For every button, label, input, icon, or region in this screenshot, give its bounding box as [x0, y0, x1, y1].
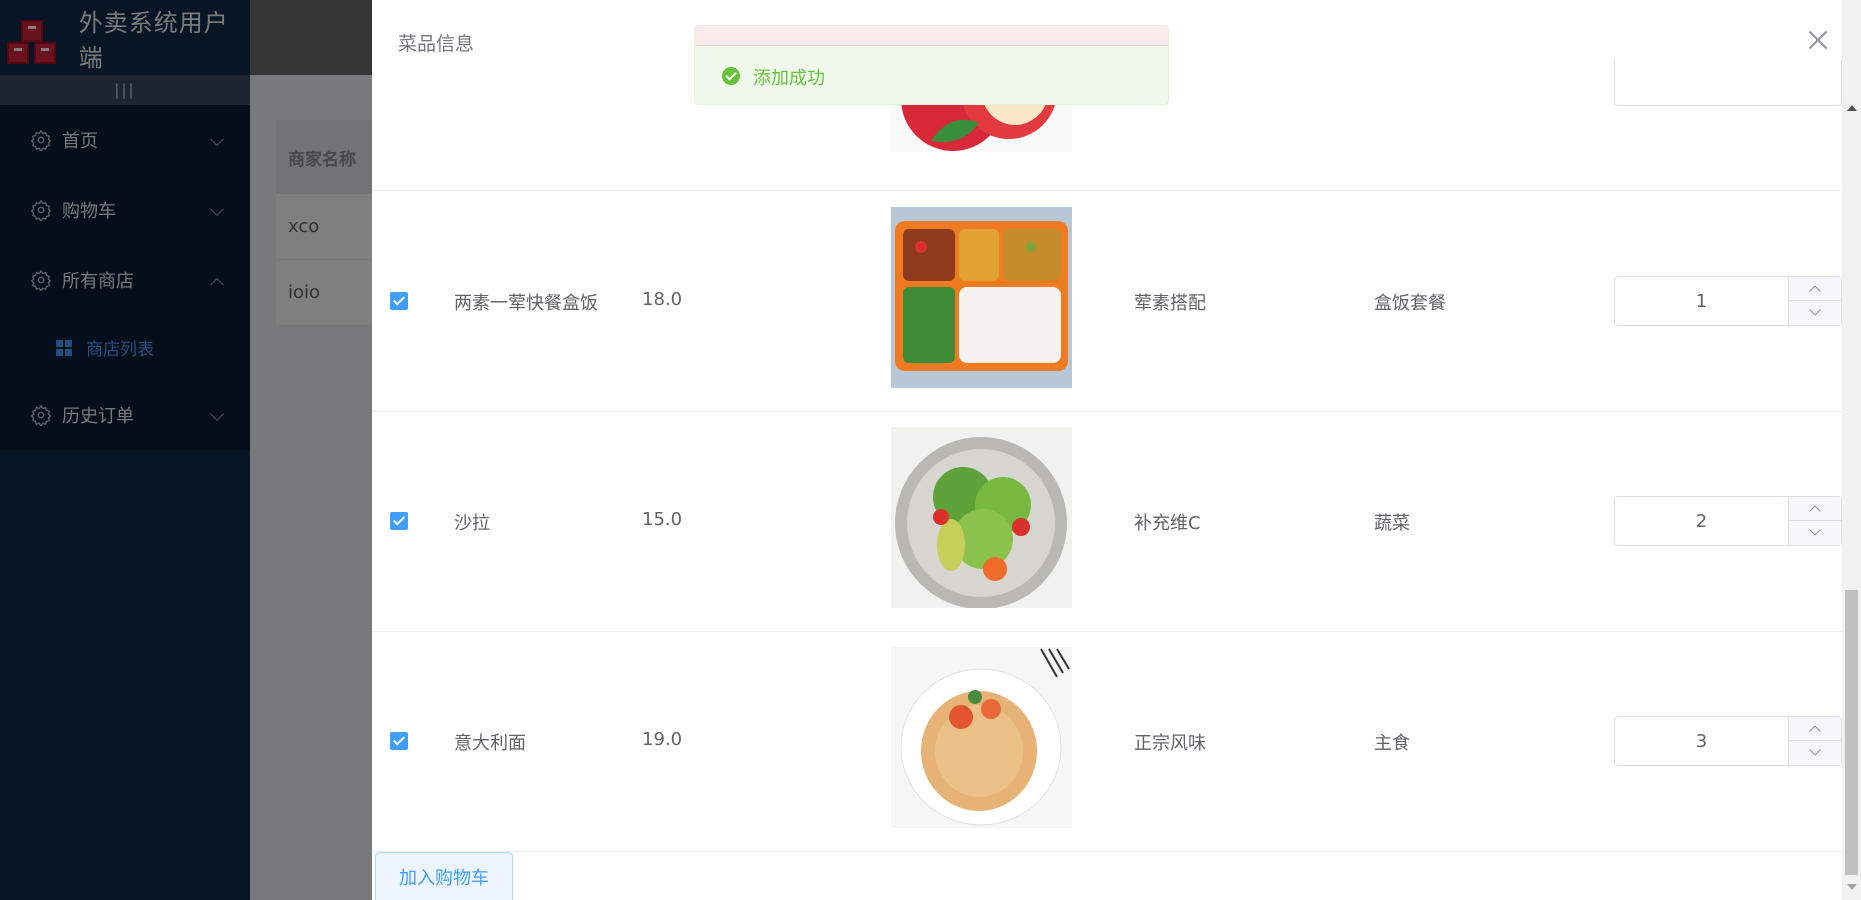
- dish-name: 两素一荤快餐盒饭: [454, 293, 598, 314]
- dish-name: 沙拉: [454, 513, 490, 534]
- row-checkbox[interactable]: [390, 292, 408, 310]
- dish-category: 盒饭套餐: [1374, 293, 1446, 314]
- table-row: 沙拉 15.0 补充维C 蔬菜 2: [372, 412, 1842, 632]
- dish-price: 18.0: [642, 289, 683, 310]
- dish-description: 补充维C: [1134, 513, 1201, 534]
- scroll-down-arrow-icon[interactable]: [1847, 884, 1857, 890]
- row-checkbox[interactable]: [390, 732, 408, 750]
- toast-message: 添加成功: [753, 68, 825, 89]
- dish-drawer: 两素一荤快餐盒饭 18.0 荤素搭配 盒饭套餐 1 沙拉 15.0 补充维C 蔬…: [372, 0, 1861, 900]
- scrollbar[interactable]: [1842, 0, 1861, 900]
- decrease-button[interactable]: [1789, 521, 1842, 545]
- dish-description: 荤素搭配: [1134, 293, 1206, 314]
- increase-button[interactable]: [1789, 277, 1842, 301]
- add-to-cart-button[interactable]: 加入购物车: [375, 852, 513, 900]
- dish-price: 19.0: [642, 729, 683, 750]
- quantity-stepper[interactable]: 1: [1614, 276, 1842, 326]
- quantity-value[interactable]: 2: [1615, 497, 1788, 545]
- dish-table: 两素一荤快餐盒饭 18.0 荤素搭配 盒饭套餐 1 沙拉 15.0 补充维C 蔬…: [372, 0, 1842, 852]
- success-toast: 添加成功: [694, 25, 1169, 105]
- close-icon[interactable]: [1806, 28, 1830, 52]
- quantity-stepper[interactable]: 3: [1614, 716, 1842, 766]
- dish-category: 蔬菜: [1374, 513, 1410, 534]
- dish-image-spaghetti: [891, 647, 1072, 828]
- quantity-value[interactable]: 1: [1615, 277, 1788, 325]
- dish-name: 意大利面: [454, 733, 526, 754]
- quantity-value[interactable]: 3: [1615, 717, 1788, 765]
- scrollbar-thumb[interactable]: [1845, 590, 1858, 875]
- dish-price: 15.0: [642, 509, 683, 530]
- check-circle-icon: [722, 67, 740, 85]
- drawer-title: 菜品信息: [398, 33, 475, 55]
- scroll-up-arrow-icon[interactable]: [1847, 105, 1857, 111]
- dish-image-salad: [891, 427, 1072, 608]
- decrease-button[interactable]: [1789, 301, 1842, 325]
- increase-button[interactable]: [1789, 717, 1842, 741]
- decrease-button[interactable]: [1789, 741, 1842, 765]
- dish-image-bento: [891, 207, 1072, 388]
- table-row: 意大利面 19.0 正宗风味 主食 3: [372, 632, 1842, 852]
- row-checkbox[interactable]: [390, 512, 408, 530]
- increase-button[interactable]: [1789, 497, 1842, 521]
- dish-description: 正宗风味: [1134, 733, 1206, 754]
- quantity-stepper[interactable]: 2: [1614, 496, 1842, 546]
- dish-category: 主食: [1374, 733, 1410, 754]
- table-row: 两素一荤快餐盒饭 18.0 荤素搭配 盒饭套餐 1: [372, 192, 1842, 412]
- quantity-stepper[interactable]: [1614, 60, 1842, 106]
